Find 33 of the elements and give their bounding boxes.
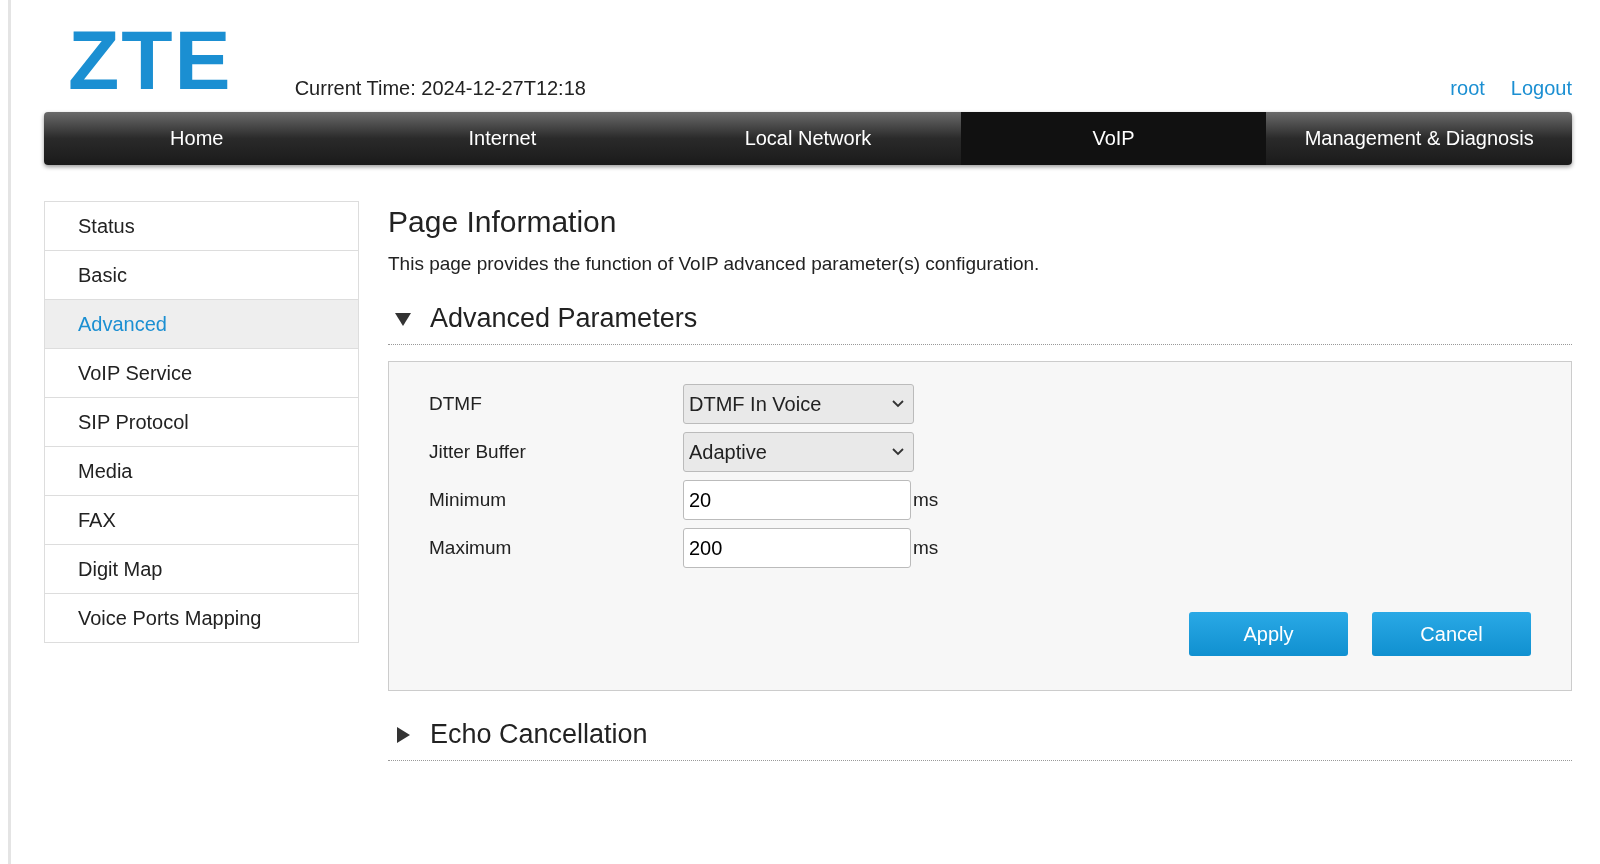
section-title[interactable]: Echo Cancellation <box>430 719 648 750</box>
logo: ZTE <box>68 24 233 96</box>
unit-label: ms <box>913 537 939 559</box>
sidebar-item[interactable]: Status <box>45 202 358 251</box>
sidebar-item[interactable]: Voice Ports Mapping <box>45 594 358 642</box>
field-label: Maximum <box>429 537 513 559</box>
chevron-down-icon <box>891 399 905 409</box>
sidebar-item[interactable]: Media <box>45 447 358 496</box>
sidebar-item[interactable]: SIP Protocol <box>45 398 358 447</box>
chevron-down-icon <box>891 447 905 457</box>
field-label: Jitter Buffer <box>429 441 527 463</box>
unit-label: ms <box>913 489 939 511</box>
input-field[interactable]: 200 <box>683 528 911 568</box>
user-link[interactable]: root <box>1450 77 1485 100</box>
logout-link[interactable]: Logout <box>1510 77 1572 100</box>
section-toggle-icon[interactable] <box>394 725 412 744</box>
sidebar-item[interactable]: FAX <box>45 496 358 545</box>
nav-tab[interactable]: Internet <box>349 112 656 165</box>
section-title[interactable]: Advanced Parameters <box>430 303 698 334</box>
page-description: This page provides the function of VoIP advanced parameter(s) configuration. <box>388 253 1041 275</box>
nav-tab[interactable]: VoIP <box>960 112 1267 165</box>
sidebar-item[interactable]: Digit Map <box>45 545 358 594</box>
select-field[interactable]: Adaptive <box>683 432 914 472</box>
field-label: Minimum <box>429 489 508 511</box>
select-field[interactable]: DTMF In Voice <box>683 384 914 424</box>
sidebar-item[interactable]: VoIP Service <box>45 349 358 398</box>
current-time: Current Time: 2024-12-27T12:18 <box>294 77 586 100</box>
field-label: DTMF <box>429 393 483 415</box>
nav-tab[interactable]: Home <box>44 112 350 165</box>
input-field[interactable]: 20 <box>683 480 911 520</box>
nav-tab[interactable]: Management & Diagnosis <box>1266 112 1572 165</box>
nav-tab[interactable]: Local Network <box>655 112 961 165</box>
page-title: Page Information <box>388 205 618 239</box>
